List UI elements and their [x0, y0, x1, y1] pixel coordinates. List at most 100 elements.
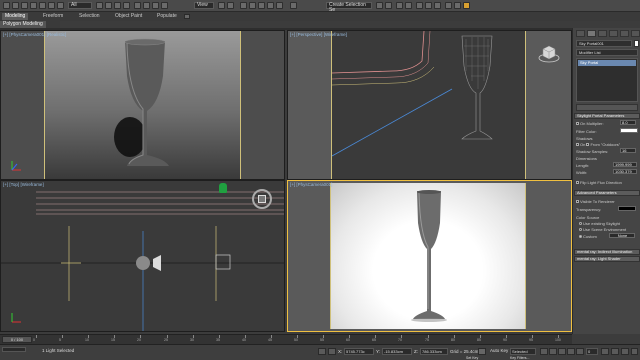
viewport-pov-label[interactable]: [Perspective]	[296, 32, 322, 37]
app-menu-icon[interactable]	[3, 2, 10, 9]
multiplier-spinner[interactable]: 8.0	[620, 120, 636, 125]
steering-wheel-icon[interactable]	[252, 189, 272, 209]
key-filters-button[interactable]: Key Filters...	[510, 356, 529, 360]
motion-tab-icon[interactable]	[609, 30, 618, 37]
viewport-camera-active[interactable]: [+] [PhysCamera001]	[287, 180, 572, 332]
x-coordinate-field[interactable]: 5745.773c	[344, 348, 374, 355]
viewport-shading-label[interactable]: [Wireframe]	[324, 32, 347, 37]
modify-tab-icon[interactable]	[587, 30, 596, 37]
unlink-icon[interactable]	[39, 2, 46, 9]
tab-object-paint[interactable]: Object Paint	[112, 13, 145, 20]
selection-filter-dropdown[interactable]: All	[68, 2, 92, 9]
time-config-icon[interactable]	[601, 348, 609, 355]
play-icon[interactable]	[558, 348, 566, 355]
snap-toggle-icon[interactable]	[249, 2, 256, 9]
maxscript-listener-field[interactable]	[2, 347, 26, 352]
display-tab-icon[interactable]	[620, 30, 629, 37]
select-rotate-icon[interactable]	[143, 2, 150, 9]
modifier-list-dropdown[interactable]: Modifier List	[576, 49, 638, 56]
render-setup-icon[interactable]	[445, 2, 452, 9]
edit-named-sets-icon[interactable]	[290, 2, 297, 9]
align-icon[interactable]	[385, 2, 392, 9]
time-slider[interactable]: 0 / 100	[2, 336, 32, 343]
auto-key-button[interactable]: Auto Key	[490, 348, 508, 353]
rollout-light-shader[interactable]: mental ray: Light Shader	[574, 256, 640, 262]
select-move-icon[interactable]	[134, 2, 141, 9]
go-to-end-icon[interactable]	[576, 348, 584, 355]
rollout-indirect-illumination[interactable]: mental ray: Indirect Illumination	[574, 249, 640, 255]
width-spinner[interactable]: 1030.379	[613, 169, 637, 174]
key-mode-icon[interactable]	[478, 348, 486, 355]
shadow-samples-dropdown[interactable]: 16	[620, 148, 636, 153]
polygon-modeling-panel[interactable]: Polygon Modeling	[0, 21, 46, 28]
viewport-menu-plus[interactable]: [+]	[290, 32, 295, 37]
tab-selection[interactable]: Selection	[76, 13, 103, 20]
select-manipulate-icon[interactable]	[227, 2, 234, 9]
viewport-pov-label[interactable]: [PhysCamera001]	[9, 32, 45, 37]
viewport-label[interactable]: [+] [Top] [Wireframe]	[3, 182, 44, 187]
viewport-pov-label[interactable]: [Top]	[9, 182, 19, 187]
go-to-start-icon[interactable]	[540, 348, 548, 355]
next-frame-icon[interactable]	[567, 348, 575, 355]
viewport-label[interactable]: [+] [Perspective] [Wireframe]	[290, 32, 347, 37]
viewport-shading-label[interactable]: [Wireframe]	[20, 182, 43, 187]
select-scale-icon[interactable]	[152, 2, 159, 9]
graphite-toolbar-icon[interactable]	[405, 2, 412, 9]
viewport-pov-label[interactable]: [PhysCamera001]	[296, 182, 332, 187]
selection-filter-icon[interactable]	[57, 2, 64, 9]
viewport-label[interactable]: [+] [PhysCamera001] [Realistic]	[3, 32, 66, 37]
place-icon[interactable]	[161, 2, 168, 9]
timeline[interactable]: 0 / 100 0 5 10 15 20 25 30 35 40 45 50 55 60 65 70 75 80…	[0, 334, 572, 344]
length-spinner[interactable]: 1999.999	[613, 162, 637, 167]
visible-renderer-checkbox[interactable]	[576, 200, 579, 204]
shadows-on-checkbox[interactable]	[576, 143, 579, 147]
keyboard-shortcut-icon[interactable]	[240, 2, 247, 9]
custom-radio[interactable]	[579, 235, 582, 239]
pivot-center-icon[interactable]	[218, 2, 225, 9]
key-set-dropdown[interactable]: Selected	[510, 348, 536, 355]
render-production-icon[interactable]	[463, 2, 470, 9]
stack-tools-bar[interactable]	[576, 104, 638, 111]
curve-editor-icon[interactable]	[416, 2, 423, 9]
select-by-name-icon[interactable]	[105, 2, 112, 9]
bind-space-warp-icon[interactable]	[48, 2, 55, 9]
use-scene-env-radio[interactable]	[579, 228, 582, 232]
zoom-extents-icon[interactable]	[611, 348, 619, 355]
y-coordinate-field[interactable]: -15.833cm	[382, 348, 412, 355]
utilities-tab-icon[interactable]	[631, 30, 640, 37]
object-color-swatch[interactable]	[634, 40, 639, 47]
percent-snap-icon[interactable]	[267, 2, 274, 9]
viewport-menu-plus[interactable]: [+]	[290, 182, 295, 187]
on-checkbox[interactable]	[576, 122, 579, 126]
absolute-mode-icon[interactable]	[328, 348, 336, 355]
selection-lock-icon[interactable]	[318, 348, 326, 355]
create-tab-icon[interactable]	[576, 30, 585, 37]
tab-populate[interactable]: Populate	[154, 13, 180, 20]
material-editor-icon[interactable]	[434, 2, 441, 9]
viewport-menu-plus[interactable]: [+]	[3, 182, 8, 187]
modifier-stack-item[interactable]: Sky Portal	[578, 60, 636, 66]
viewport-camera-realistic[interactable]: [+] [PhysCamera001] [Realistic]	[0, 30, 285, 180]
object-name-field[interactable]: Sky Portal001	[576, 40, 632, 47]
named-selection-set-dropdown[interactable]: Create Selection Se	[326, 2, 372, 13]
z-coordinate-field[interactable]: 786.333cm	[420, 348, 448, 355]
viewport-label[interactable]: [+] [PhysCamera001]	[290, 182, 332, 187]
mirror-icon[interactable]	[376, 2, 383, 9]
custom-map-button[interactable]: None	[609, 233, 635, 238]
filter-color-swatch[interactable]	[620, 128, 638, 133]
spinner-snap-icon[interactable]	[276, 2, 283, 9]
tab-freeform[interactable]: Freeform	[40, 13, 66, 20]
flip-flux-checkbox[interactable]	[576, 181, 579, 185]
rendered-frame-window-icon[interactable]	[454, 2, 461, 9]
reference-coord-dropdown[interactable]: View	[194, 2, 214, 9]
viewport-shading-label[interactable]: [Realistic]	[47, 32, 67, 37]
viewport-top[interactable]: [+] [Top] [Wireframe]	[0, 180, 285, 332]
angle-snap-icon[interactable]	[258, 2, 265, 9]
light-gizmo-icon[interactable]	[219, 183, 227, 193]
use-existing-radio[interactable]	[579, 222, 582, 226]
window-crossing-icon[interactable]	[123, 2, 130, 9]
rollout-skylight-portal-params[interactable]: Skylight Portal Parameters	[574, 113, 640, 119]
transparency-swatch[interactable]	[618, 206, 636, 211]
rollout-advanced-params[interactable]: Advanced Parameters	[574, 190, 640, 196]
select-link-icon[interactable]	[30, 2, 37, 9]
